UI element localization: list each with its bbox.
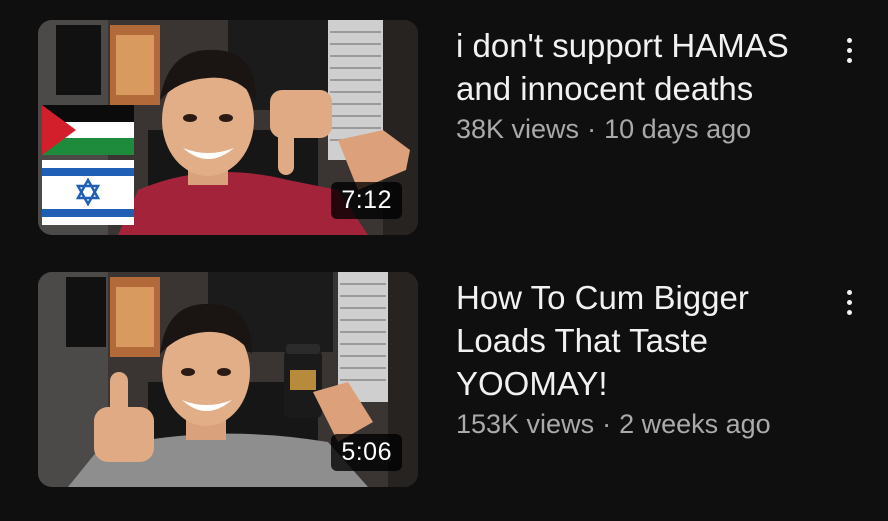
meta-separator: · bbox=[602, 409, 612, 439]
video-title[interactable]: How To Cum Bigger Loads That Taste YOOMA… bbox=[456, 276, 826, 405]
upload-age: 10 days ago bbox=[604, 114, 752, 144]
meta-separator: · bbox=[587, 114, 597, 144]
video-details[interactable]: i don't support HAMAS and innocent death… bbox=[456, 24, 826, 146]
video-item[interactable]: 7:12 i don't support HAMAS and innocent … bbox=[0, 20, 888, 240]
view-count: 153K views bbox=[456, 409, 595, 439]
more-vert-icon[interactable] bbox=[832, 28, 866, 72]
video-duration: 7:12 bbox=[331, 182, 402, 219]
video-thumbnail[interactable]: 7:12 bbox=[38, 20, 418, 235]
video-details[interactable]: How To Cum Bigger Loads That Taste YOOMA… bbox=[456, 276, 826, 441]
video-title[interactable]: i don't support HAMAS and innocent death… bbox=[456, 24, 826, 110]
more-vert-icon[interactable] bbox=[832, 280, 866, 324]
view-count: 38K views bbox=[456, 114, 580, 144]
video-thumbnail[interactable]: 5:06 bbox=[38, 272, 418, 487]
video-item[interactable]: 5:06 How To Cum Bigger Loads That Taste … bbox=[0, 272, 888, 492]
upload-age: 2 weeks ago bbox=[619, 409, 771, 439]
video-stats: 153K views · 2 weeks ago bbox=[456, 407, 826, 441]
video-stats: 38K views · 10 days ago bbox=[456, 112, 826, 146]
video-duration: 5:06 bbox=[331, 434, 402, 471]
